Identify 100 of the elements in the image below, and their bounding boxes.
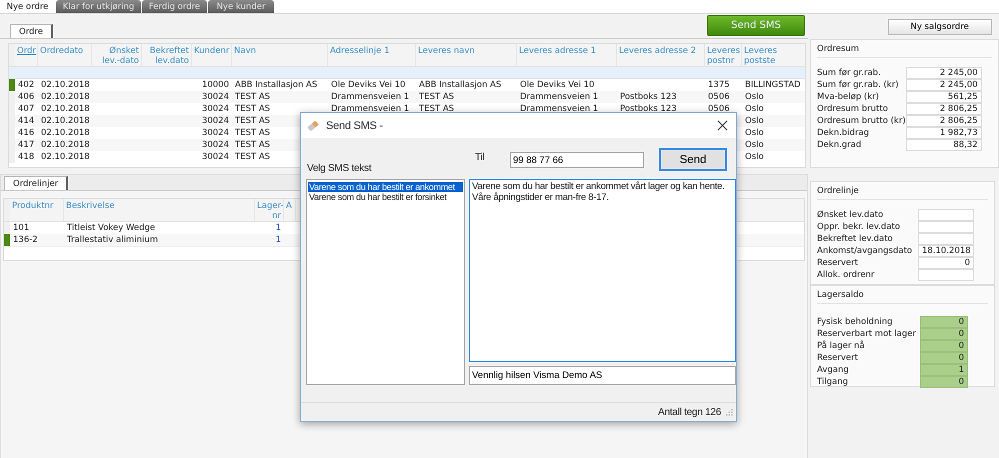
field-label: Ordresum brutto (kr) — [817, 116, 906, 126]
filter-row[interactable] — [9, 67, 805, 79]
column-header[interactable]: A — [284, 199, 296, 221]
column-header[interactable]: Ønsket lev.-dato — [92, 44, 142, 66]
table-cell: TEST AS — [235, 151, 270, 163]
message-line: Våre åpningstider er man-fre 8-17. — [472, 192, 610, 203]
table-cell: 02.10.2018 — [41, 151, 90, 163]
top-tab[interactable]: Klar for utkjøring — [56, 0, 141, 13]
field-label: Reservert — [817, 353, 858, 363]
value-field: 18.10.2018 — [918, 245, 974, 257]
table-cell: 30024 — [202, 127, 229, 139]
column-header[interactable]: Ordr — [15, 44, 38, 66]
column-header[interactable]: Adresselinje 1 — [328, 44, 416, 66]
table-cell: 414 — [18, 115, 34, 127]
orders-tab[interactable]: Ordre — [10, 24, 53, 38]
template-list[interactable]: Varene som du har bestilt er ankommet Varene som du har bestilt er forsinket — [306, 179, 465, 385]
table-cell: Oslo — [745, 139, 764, 151]
list-label: Velg SMS tekst — [307, 163, 372, 174]
value-field: 2 245,00 — [906, 67, 982, 79]
column-header[interactable]: Beskrivelse — [64, 199, 255, 221]
column-header[interactable]: Ordredato — [38, 44, 92, 66]
top-tab[interactable]: Ferdig ordre — [142, 0, 207, 13]
new-order-button[interactable]: Ny salgsordre — [888, 19, 992, 35]
value-field: 0 — [920, 376, 968, 388]
table-cell: Drammensveien 1 — [331, 103, 410, 115]
field-label: Sum før gr.rab. — [817, 68, 881, 78]
value-field: 2 806,25 — [906, 115, 982, 127]
table-cell: 417 — [18, 139, 34, 151]
column-header[interactable]: Leveres adresse 1 — [517, 44, 617, 66]
panel-title: Ordresum — [817, 44, 992, 58]
value-field: 0 — [920, 340, 968, 352]
value-field: 0 — [920, 316, 968, 328]
value-field: 2 245,00 — [906, 79, 982, 91]
column-header[interactable]: Lager-nr — [255, 199, 284, 221]
field-label: Reservert — [817, 258, 858, 268]
signature-input[interactable]: Vennlig hilsen Visma Demo AS — [469, 366, 736, 385]
column-header[interactable]: Leveres adresse 2 — [617, 44, 705, 66]
table-cell: TEST AS — [235, 91, 270, 103]
table-cell: 30024 — [202, 139, 229, 151]
send-sms-button[interactable]: Send SMS — [707, 15, 805, 36]
column-header[interactable]: Bekreftet lev.dato — [142, 44, 192, 66]
field-label: Ankomst/avgangsdato — [817, 246, 912, 256]
table-cell: Oslo — [745, 103, 764, 115]
table-cell: BILLINGSTAD — [745, 79, 801, 91]
resize-grip-icon[interactable] — [726, 408, 733, 416]
field-label: Avgang — [817, 365, 849, 375]
field-label: På lager nå — [817, 341, 865, 351]
table-cell-text: Trallestativ aliminium — [66, 234, 159, 246]
table-cell: 1375 — [708, 79, 730, 91]
table-cell: TEST AS — [235, 103, 270, 115]
value-field: 2 806,25 — [906, 103, 982, 115]
table-cell: ABB Installasjon AS — [235, 79, 318, 91]
table-cell: Drammensveien 1 — [520, 91, 598, 103]
table-cell: 02.10.2018 — [41, 79, 90, 91]
phone-input[interactable]: 99 88 77 66 — [510, 152, 644, 168]
value-field: 0 — [920, 328, 968, 340]
send-button[interactable]: Send — [659, 148, 727, 171]
table-cell: Oslo — [745, 115, 764, 127]
message-field[interactable]: Varene som du har bestilt er ankommet vårt lager og kan hente. Våre åpningstider er man-fre 8-17. — [469, 179, 736, 362]
panel-title: Lagersaldo — [817, 290, 988, 304]
table-cell: 02.10.2018 — [41, 127, 90, 139]
table-cell: Oslo — [745, 127, 764, 139]
table-cell: Oslo — [745, 151, 764, 163]
table-cell: ABB Installasjon AS — [419, 79, 502, 91]
table-cell: 02.10.2018 — [41, 103, 90, 115]
column-header[interactable]: Kundenr — [192, 44, 232, 66]
close-icon[interactable] — [717, 120, 728, 131]
field-label: Oppr. bekr. lev.dato — [817, 222, 900, 232]
order-lines-tab[interactable]: Ordrelinjer — [4, 176, 68, 190]
column-header[interactable]: Leveres postste — [742, 44, 805, 66]
table-cell: 418 — [18, 151, 34, 163]
table-cell: 30024 — [202, 103, 229, 115]
template-item[interactable]: Varene som du har bestilt er forsinket — [308, 192, 463, 202]
column-header[interactable]: Produktnr — [10, 199, 64, 221]
top-tab[interactable]: Nye kunder — [208, 0, 274, 13]
column-header[interactable]: Leveres postnr — [705, 44, 742, 66]
table-cell: TEST AS — [419, 91, 454, 103]
field-label: Bekreftet lev.dato — [817, 234, 893, 244]
table-cell: Postboks 123 — [620, 91, 677, 103]
column-header[interactable]: Leveres navn — [416, 44, 517, 66]
table-cell: Ole Deviks Vei 10 — [520, 79, 594, 91]
table-cell: Oslo — [745, 91, 764, 103]
value-field: 0 — [918, 257, 974, 269]
template-item[interactable]: Varene som du har bestilt er ankommet — [308, 182, 463, 192]
table-cell: TEST AS — [235, 139, 270, 151]
column-header[interactable]: Navn — [232, 44, 328, 66]
table-cell-text: 1 — [274, 234, 282, 246]
field-label: Allok. ordrenr — [817, 270, 874, 280]
table-cell: 30024 — [202, 91, 229, 103]
field-label: Dekn.bidrag — [817, 128, 870, 138]
table-cell: 0506 — [708, 103, 730, 115]
table-cell: Ole Deviks Vei 10 — [331, 79, 406, 91]
table-cell: 406 — [18, 91, 34, 103]
table-cell-text: 101 — [12, 222, 30, 234]
table-cell: TEST AS — [235, 115, 270, 127]
value-field: 561,25 — [906, 91, 982, 103]
field-label: Fysisk beholdning — [817, 317, 892, 327]
table-cell: 02.10.2018 — [41, 91, 90, 103]
value-field: 88,32 — [906, 139, 982, 151]
table-cell: 30024 — [202, 151, 229, 163]
